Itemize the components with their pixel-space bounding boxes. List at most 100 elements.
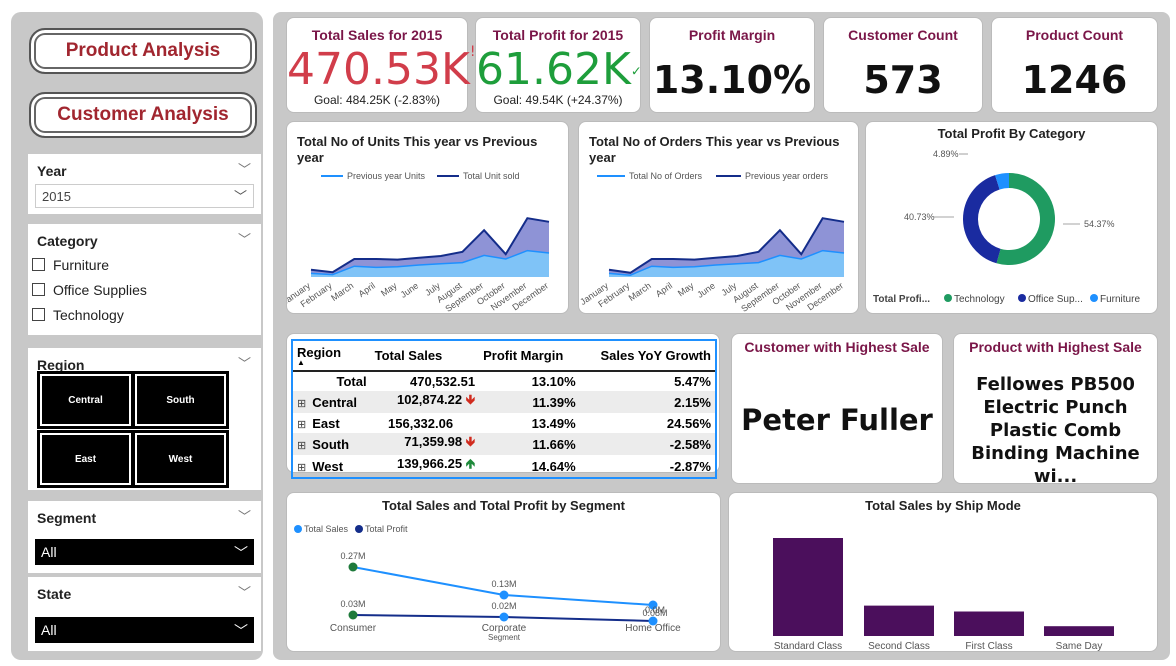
kpi-profit-margin[interactable]: Profit Margin 13.10% <box>649 17 815 113</box>
top-customer-value: Peter Fuller <box>741 403 933 437</box>
margin-cell: 11.66% <box>532 436 576 452</box>
region-tile-central[interactable]: Central <box>37 371 134 429</box>
bar <box>864 605 934 636</box>
orders-area-chart[interactable]: Total No of Orders This year vs Previous… <box>578 121 859 314</box>
sales-cell: 139,966.25 🡹 <box>397 456 476 471</box>
bar <box>773 538 843 636</box>
slice-label-office: 40.73% <box>904 212 935 222</box>
card-title: Customer with Highest Sale <box>744 339 930 355</box>
margin-cell: 11.39% <box>532 394 576 410</box>
column-header[interactable]: Profit Margin <box>479 341 580 371</box>
kpi-value: 470.53K! <box>287 44 476 95</box>
category-option-furniture[interactable]: Furniture <box>32 253 147 278</box>
option-label: Technology <box>53 307 124 323</box>
legend-label: Office Sup... <box>1028 294 1083 305</box>
growth-cell: 5.47% <box>674 374 711 389</box>
profit-by-category-donut[interactable]: Total Profit By Category 4.89% 40.73% 54… <box>865 121 1158 314</box>
region-cell[interactable]: ⊞ East <box>293 413 371 433</box>
region-slicer: Region ﹀ Central South East West <box>28 348 261 490</box>
table-row[interactable]: ⊞ East 156,332.06 13.49% 24.56% <box>293 413 715 433</box>
table-row[interactable]: ⊞ West 139,966.25 🡹 14.64% -2.87% <box>293 455 715 477</box>
sales-cell: 102,874.22 🡻 <box>397 392 476 407</box>
card-title: Product with Highest Sale <box>969 339 1142 355</box>
table-row[interactable]: ⊞ South 71,359.98 🡻 11.66% -2.58% <box>293 433 715 455</box>
ship-mode-bar-chart[interactable]: Total Sales by Ship Mode Standard Class S… <box>728 492 1158 652</box>
sales-cell: 71,359.98 🡻 <box>404 434 476 449</box>
kpi-customer-count[interactable]: Customer Count 573 <box>823 17 983 113</box>
region-cell: Total <box>336 374 367 389</box>
column-header[interactable]: Sales YoY Growth <box>580 341 715 371</box>
sidebar: Product Analysis Customer Analysis Year … <box>11 12 263 660</box>
state-dropdown[interactable]: All ﹀ <box>35 617 254 643</box>
checkbox[interactable] <box>32 283 45 296</box>
region-tile-west[interactable]: West <box>132 430 229 488</box>
column-header[interactable]: Region ▲ <box>293 341 371 371</box>
category-option-office-supplies[interactable]: Office Supplies <box>32 278 147 303</box>
kpi-value: 61.62K✓ <box>476 44 642 95</box>
customer-analysis-button[interactable]: Customer Analysis <box>29 92 257 138</box>
legend-dot-technology <box>944 294 952 302</box>
kpi-total-profit[interactable]: Total Profit for 2015 61.62K✓ Goal: 49.5… <box>475 17 642 113</box>
kpi-title: Customer Count <box>848 27 958 43</box>
growth-cell: -2.58% <box>669 436 711 452</box>
x-tick-label: March <box>329 280 355 303</box>
state-slicer: State ﹀ All ﹀ <box>28 577 261 651</box>
chevron-down-icon[interactable]: ﹀ <box>238 506 251 525</box>
legend-dot-sales <box>294 525 302 533</box>
year-selected-value: 2015 <box>42 189 71 204</box>
dashboard: Product Analysis Customer Analysis Year … <box>0 0 1176 666</box>
donut-svg: 4.89% 40.73% 54.37% Total Profi... Techn… <box>873 149 1140 305</box>
segment-line-chart[interactable]: Total Sales and Total Profit by Segment … <box>286 492 721 652</box>
kpi-product-count[interactable]: Product Count 1246 <box>991 17 1158 113</box>
legend-dot-profit <box>355 525 363 533</box>
kpi-total-sales[interactable]: Total Sales for 2015 470.53K! Goal: 484.… <box>286 17 476 113</box>
table-row[interactable]: ⊞ Central 102,874.22 🡻 11.39% 2.15% <box>293 391 715 413</box>
bar <box>954 611 1024 636</box>
slice-label-furniture: 4.89% <box>933 149 959 159</box>
legend-dot-furniture <box>1090 294 1098 302</box>
data-label: 0.02M <box>491 601 516 611</box>
column-header[interactable]: Total Sales <box>371 341 479 371</box>
expand-icon: ⊞ <box>297 439 307 452</box>
expand-icon: ⊞ <box>297 397 307 410</box>
top-product-card[interactable]: Product with Highest Sale Fellowes PB500… <box>953 333 1158 487</box>
chevron-down-icon[interactable]: ﹀ <box>238 229 251 248</box>
chevron-down-icon[interactable]: ﹀ <box>238 582 251 601</box>
segment-selected-value: All <box>41 544 57 560</box>
region-table: Region ▲ Total Sales Profit Margin Sales … <box>293 341 715 477</box>
legend-dot-office <box>1018 294 1026 302</box>
margin-cell: 13.49% <box>531 415 576 431</box>
top-product-value: Fellowes PB500 Electric Punch Plastic Co… <box>971 374 1140 487</box>
x-tick-label: May <box>676 280 696 298</box>
region-cell[interactable]: ⊞ South <box>293 433 371 455</box>
data-label: 0.27M <box>340 551 365 561</box>
checkbox[interactable] <box>32 308 45 321</box>
kpi-title: Product Count <box>1025 27 1124 43</box>
region-cell[interactable]: ⊞ Central <box>293 391 371 413</box>
x-tick-label: June <box>399 280 421 299</box>
region-matrix[interactable]: Region ▲ Total Sales Profit Margin Sales … <box>286 333 720 479</box>
legend-label: Total Sales <box>304 524 349 534</box>
region-cell[interactable]: ⊞ West <box>293 455 371 477</box>
margin-cell: 13.10% <box>531 374 576 389</box>
data-label: 0.13M <box>491 579 516 589</box>
top-customer-card[interactable]: Customer with Highest Sale Peter Fuller <box>731 333 943 484</box>
donut-plot <box>963 173 1055 265</box>
chevron-down-icon[interactable]: ﹀ <box>238 159 251 178</box>
year-slicer-title: Year <box>37 163 67 179</box>
region-tile-south[interactable]: South <box>132 371 229 429</box>
units-area-chart[interactable]: Total No of Units This year vs Previous … <box>286 121 569 314</box>
product-analysis-button[interactable]: Product Analysis <box>29 28 257 74</box>
year-dropdown[interactable]: 2015 ﹀ <box>35 184 254 208</box>
data-label: 0.0M <box>645 605 665 615</box>
segment-dropdown[interactable]: All ﹀ <box>35 539 254 565</box>
checkbox[interactable] <box>32 258 45 271</box>
category-option-technology[interactable]: Technology <box>32 303 147 328</box>
kpi-value: 1246 <box>1021 58 1128 102</box>
category-slicer: Category ﹀ Furniture Office Supplies Tec… <box>28 224 261 335</box>
x-tick-label: March <box>627 280 653 303</box>
sales-cell: 470,532.51 <box>410 374 476 389</box>
region-tile-east[interactable]: East <box>37 430 134 488</box>
growth-cell: -2.87% <box>669 458 711 474</box>
chevron-down-icon[interactable]: ﹀ <box>238 353 251 372</box>
